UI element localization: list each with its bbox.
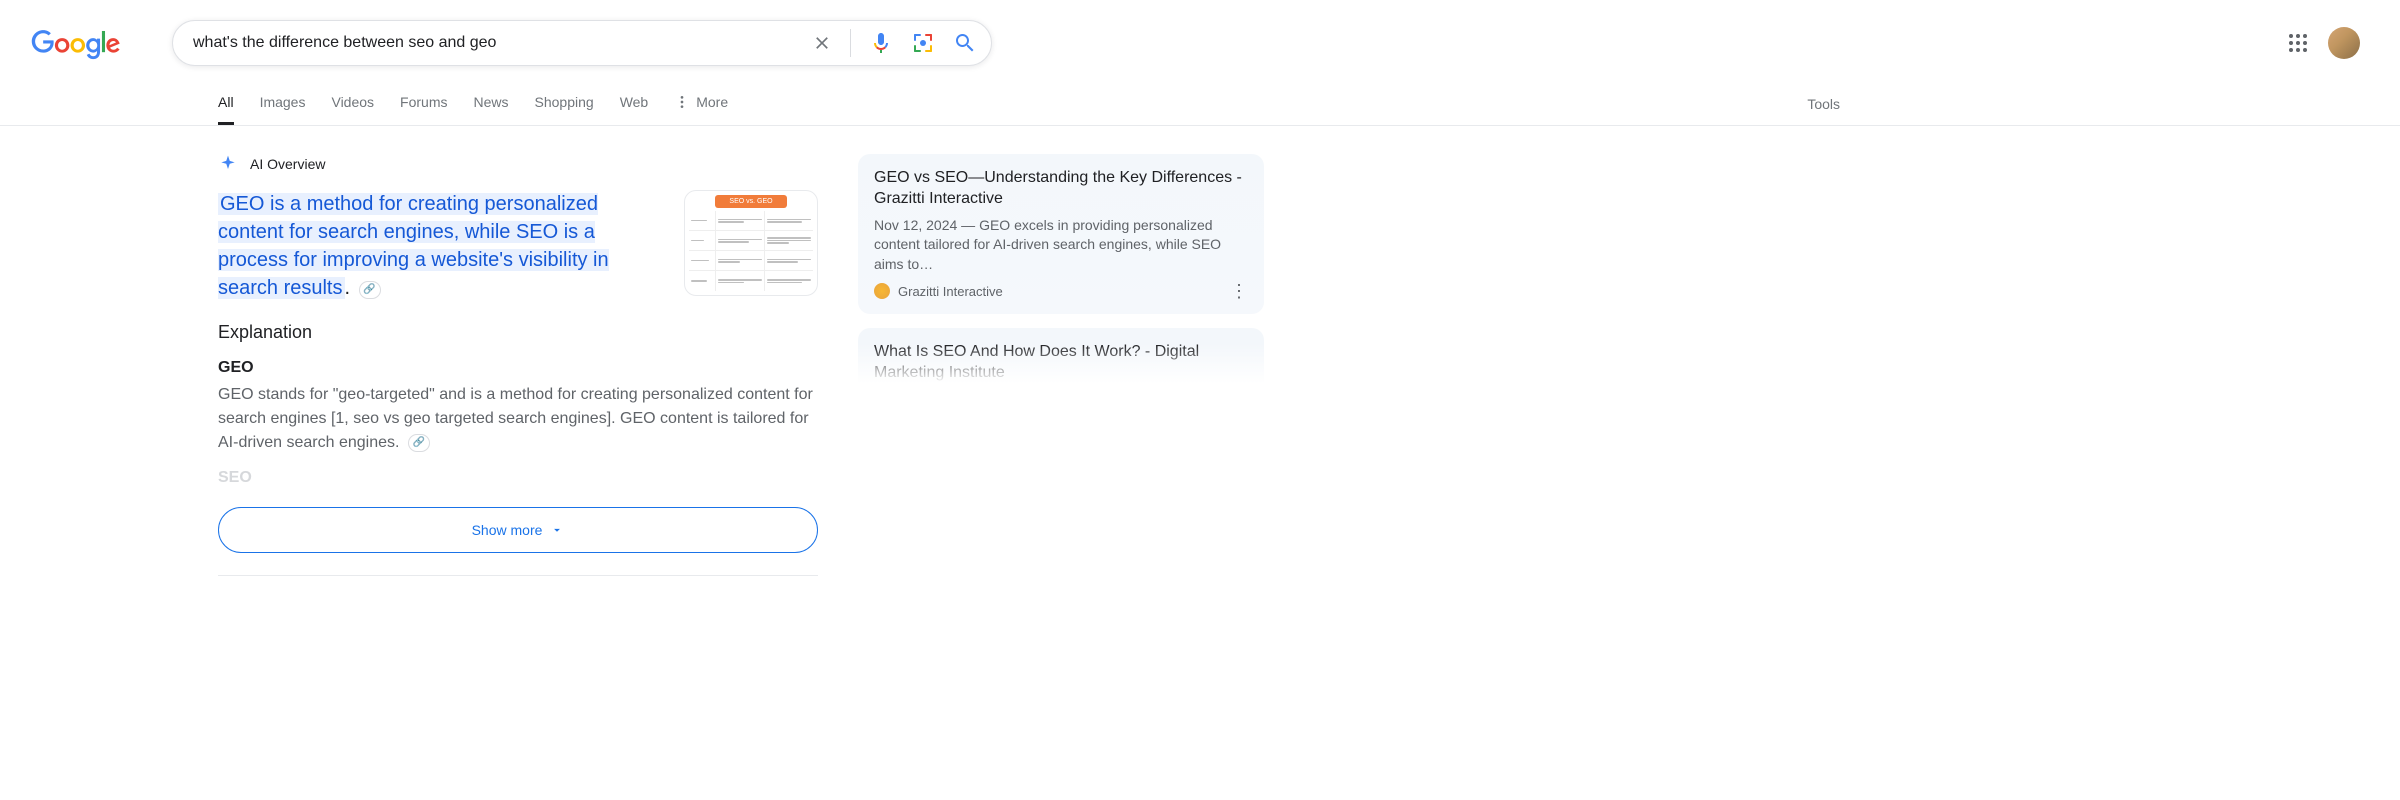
- separator: [218, 575, 818, 576]
- search-box[interactable]: [172, 20, 992, 66]
- summary-period: .: [345, 277, 351, 299]
- tab-web[interactable]: Web: [620, 84, 649, 125]
- source-card[interactable]: What Is SEO And How Does It Work? - Digi…: [858, 328, 1264, 384]
- apps-icon[interactable]: [2286, 31, 2310, 55]
- summary-row: GEO is a method for creating personalize…: [218, 190, 818, 302]
- summary-text-block: GEO is a method for creating personalize…: [218, 190, 664, 302]
- explanation-heading: Explanation: [218, 322, 818, 343]
- source-name: Grazitti Interactive: [898, 284, 1003, 299]
- summary-thumbnail[interactable]: SEO vs. GEO: [684, 190, 818, 296]
- card-menu-icon[interactable]: ⋮: [1230, 282, 1248, 300]
- search-container: [172, 20, 992, 66]
- link-chip-icon[interactable]: 🔗: [359, 281, 381, 299]
- side-cards-wrap: GEO vs SEO—Understanding the Key Differe…: [858, 154, 1264, 384]
- explanation-section-body: GEO stands for "geo-targeted" and is a m…: [218, 383, 818, 455]
- divider: [850, 29, 851, 57]
- thumbnail-header: SEO vs. GEO: [715, 195, 787, 208]
- main-column: AI Overview Learn more ⋮ GEO is a method…: [218, 154, 818, 576]
- tab-shopping[interactable]: Shopping: [535, 84, 594, 125]
- tab-more-label: More: [696, 94, 728, 110]
- show-more-label: Show more: [472, 522, 543, 538]
- search-icon[interactable]: [953, 31, 977, 55]
- tab-news[interactable]: News: [474, 84, 509, 125]
- lens-icon[interactable]: [911, 31, 935, 55]
- clear-icon[interactable]: [812, 33, 832, 53]
- tab-all[interactable]: All: [218, 84, 234, 125]
- chevron-down-icon: [550, 523, 564, 537]
- show-more-button[interactable]: Show more: [218, 507, 818, 553]
- card-footer: Grazitti Interactive ⋮: [874, 282, 1248, 300]
- link-chip-icon[interactable]: 🔗: [408, 434, 430, 452]
- faded-next-section: SEO: [218, 469, 818, 487]
- tab-images[interactable]: Images: [260, 84, 306, 125]
- tab-more[interactable]: More: [674, 84, 728, 125]
- header: [0, 0, 2400, 66]
- tab-forums[interactable]: Forums: [400, 84, 447, 125]
- tab-videos[interactable]: Videos: [331, 84, 374, 125]
- avatar[interactable]: [2328, 27, 2360, 59]
- explanation-section-title: GEO: [218, 359, 818, 377]
- card-title: What Is SEO And How Does It Work? - Digi…: [874, 342, 1248, 384]
- thumbnail-grid: [685, 211, 817, 295]
- header-right: [2286, 27, 2370, 59]
- search-input[interactable]: [193, 34, 812, 52]
- ai-summary: GEO is a method for creating personalize…: [218, 193, 609, 299]
- tools-button[interactable]: Tools: [1807, 86, 1840, 124]
- tabs: All Images Videos Forums News Shopping W…: [218, 84, 728, 125]
- ai-overview-label: AI Overview: [250, 156, 325, 172]
- side-column: GEO vs SEO—Understanding the Key Differe…: [858, 154, 1264, 576]
- sparkle-icon: [218, 154, 238, 174]
- tabs-row: All Images Videos Forums News Shopping W…: [0, 84, 2400, 126]
- google-logo[interactable]: [30, 30, 122, 60]
- search-actions: [812, 29, 977, 57]
- kebab-icon: [674, 94, 690, 110]
- mic-icon[interactable]: [869, 31, 893, 55]
- content: AI Overview Learn more ⋮ GEO is a method…: [0, 126, 2400, 576]
- source-favicon-icon: [874, 283, 890, 299]
- card-snippet: Nov 12, 2024 — GEO excels in providing p…: [874, 216, 1248, 275]
- card-title: GEO vs SEO—Understanding the Key Differe…: [874, 168, 1248, 210]
- source-card[interactable]: GEO vs SEO—Understanding the Key Differe…: [858, 154, 1264, 314]
